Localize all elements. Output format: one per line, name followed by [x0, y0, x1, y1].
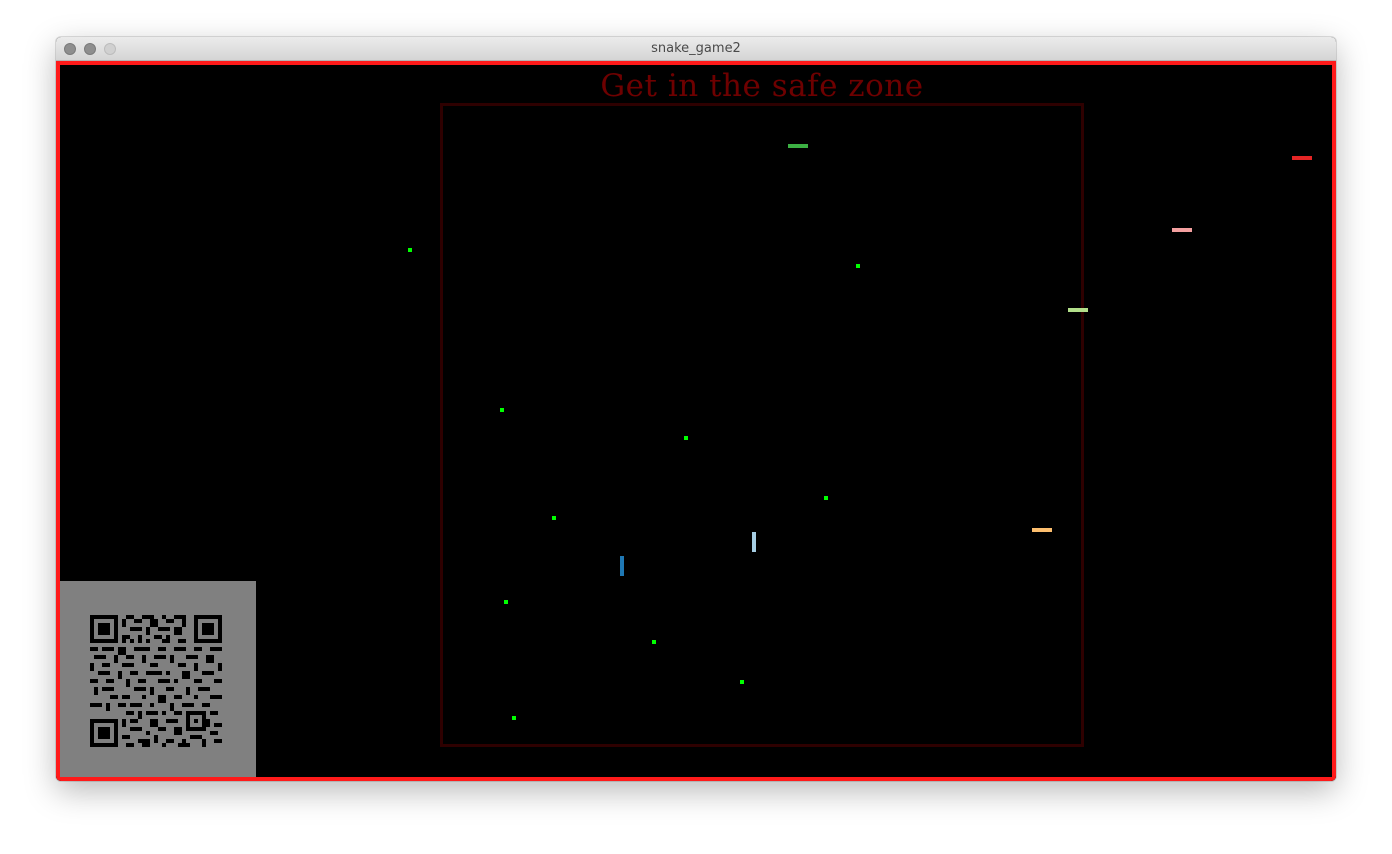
- title-bar[interactable]: snake_game2: [56, 37, 1336, 61]
- food-pellet: [504, 600, 508, 604]
- safe-zone-message: Get in the safe zone: [600, 68, 924, 104]
- window-title: snake_game2: [651, 41, 741, 56]
- red-snake: [1292, 156, 1312, 160]
- food-pellet: [824, 496, 828, 500]
- food-pellet: [740, 680, 744, 684]
- food-pellet: [408, 248, 412, 252]
- qr-code-icon: [90, 615, 222, 747]
- food-pellet: [684, 436, 688, 440]
- food-pellet: [552, 516, 556, 520]
- safe-zone: [440, 103, 1084, 747]
- qr-code-panel: [60, 581, 256, 777]
- food-pellet: [856, 264, 860, 268]
- game-canvas[interactable]: Get in the safe zone: [56, 61, 1336, 781]
- app-window: snake_game2 Get in the safe zone: [56, 37, 1336, 781]
- pink-snake: [1172, 228, 1192, 232]
- lightblue-snake: [752, 532, 756, 552]
- green-snake: [788, 144, 808, 148]
- food-pellet: [652, 640, 656, 644]
- food-pellet: [512, 716, 516, 720]
- lightgreen-snake: [1068, 308, 1088, 312]
- orange-snake: [1032, 528, 1052, 532]
- blue-snake: [620, 556, 624, 576]
- food-pellet: [500, 408, 504, 412]
